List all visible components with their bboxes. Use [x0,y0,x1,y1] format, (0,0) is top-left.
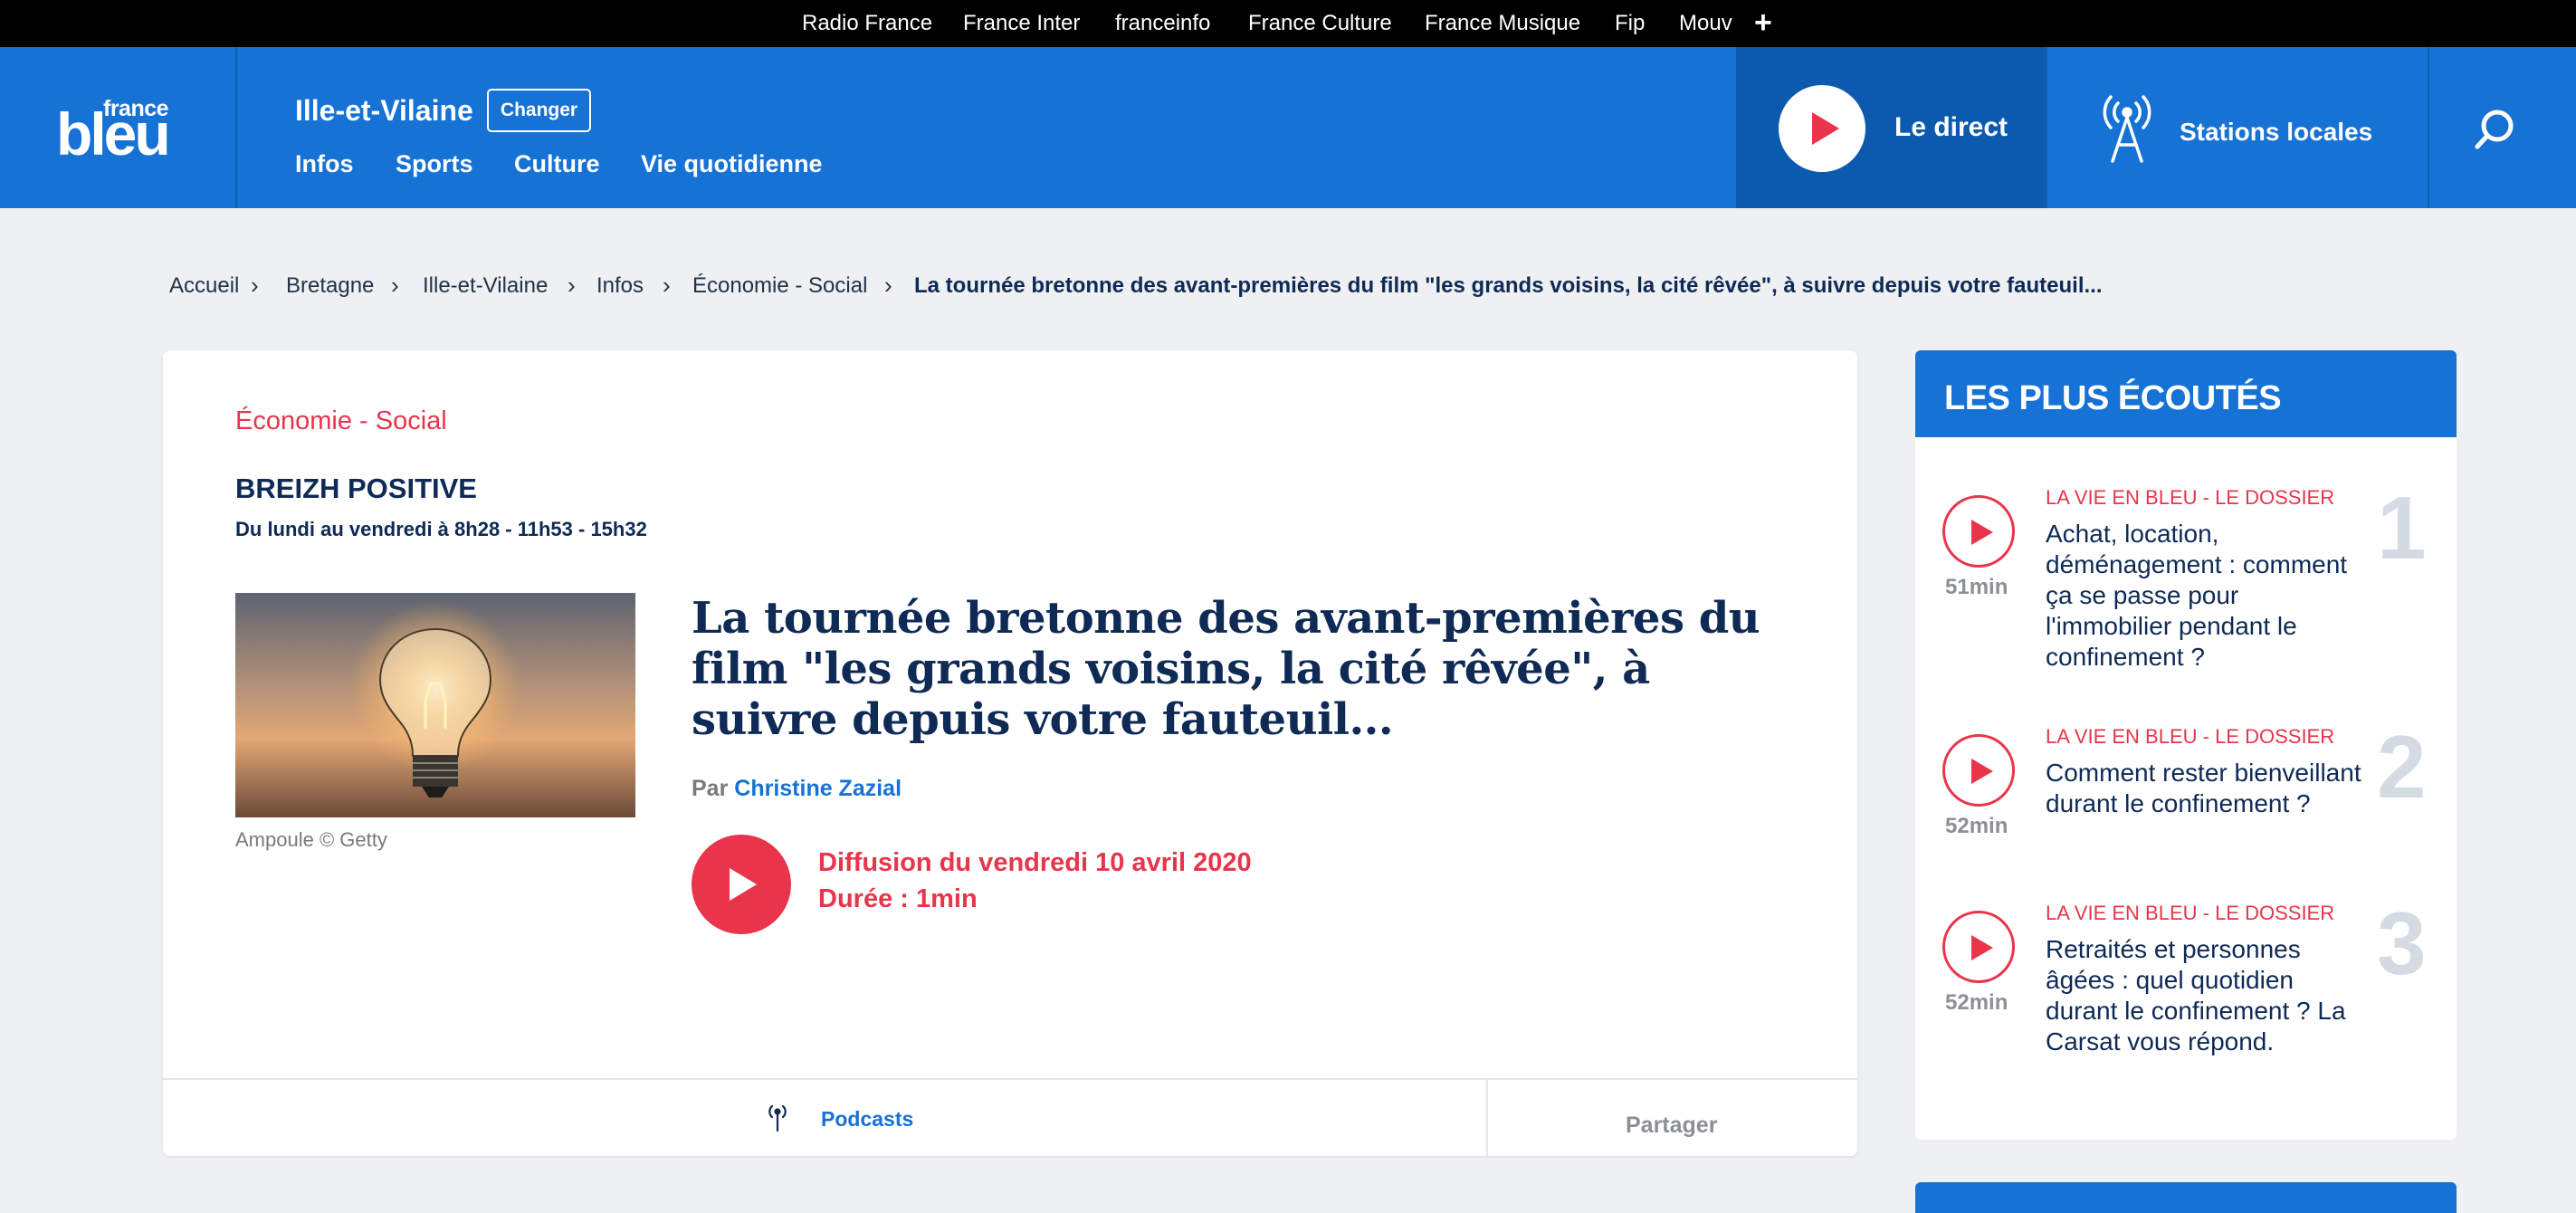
nav-culture[interactable]: Culture [514,150,600,178]
play-button[interactable] [1942,734,2015,807]
play-icon [1971,520,1993,545]
footer-divider [1486,1080,1488,1158]
light-bulb-image [235,593,635,817]
network-bar: Radio France France Inter franceinfo Fra… [0,0,2576,47]
show-title[interactable]: BREIZH POSITIVE [235,473,477,505]
item-duration: 51min [1945,575,2008,599]
image-caption: Ampoule © Getty [235,828,387,851]
broadcast-date: Diffusion du vendredi 10 avril 2020 [818,848,1252,877]
network-link-radio-france[interactable]: Radio France [802,0,932,47]
panel-title: LES PLUS ÉCOUTÉS [1944,379,2282,417]
change-region-button[interactable]: Changer [487,89,591,132]
byline: Par Christine Zazial [692,776,902,801]
item-duration: 52min [1945,814,2008,838]
header-divider [2428,47,2429,208]
network-link-fip[interactable]: Fip [1615,0,1645,47]
secondary-panel-header [1915,1182,2457,1213]
live-button[interactable]: Le direct [1736,47,2046,208]
article-footer: Podcasts Partager [163,1078,1857,1158]
chevron-right-icon: › [391,272,399,299]
breadcrumb-economie-social[interactable]: Économie - Social [692,273,867,299]
network-link-france-inter[interactable]: France Inter [963,0,1080,47]
duration: Durée : 1min [818,884,978,913]
play-icon [730,868,757,901]
chevron-right-icon: › [663,272,671,299]
podcasts-link[interactable]: Podcasts [821,1107,913,1132]
play-icon [1971,935,1993,960]
article-title: La tournée bretonne des avant-premières … [692,593,1760,745]
header-divider [235,47,237,208]
item-duration: 52min [1945,990,2008,1015]
item-rank: 1 [2377,478,2427,578]
breadcrumb-ille-et-vilaine[interactable]: Ille-et-Vilaine [423,273,548,299]
item-rank: 3 [2377,893,2427,993]
region-name: Ille-et-Vilaine [295,94,473,127]
item-title[interactable]: Achat, location, déménagement : comment … [2046,519,2371,673]
network-link-franceinfo[interactable]: franceinfo [1115,0,1210,47]
show-schedule: Du lundi au vendredi à 8h28 - 11h53 - 15… [235,518,647,540]
header-divider [2046,47,2047,208]
search-icon[interactable] [2473,107,2518,152]
breadcrumb-current: La tournée bretonne des avant-premières … [914,273,2103,298]
item-kicker[interactable]: LA VIE EN BLEU - LE DOSSIER [2046,486,2334,510]
antenna-icon [2103,95,2151,163]
france-bleu-logo[interactable]: france bleu [56,47,181,208]
article-card: Économie - Social BREIZH POSITIVE Du lun… [163,350,1857,1158]
breadcrumb-bretagne[interactable]: Bretagne [286,273,374,299]
share-button[interactable]: Partager [1626,1113,1717,1139]
play-button[interactable] [1942,495,2015,568]
plus-icon[interactable]: + [1754,0,1772,47]
item-title[interactable]: Comment rester bienveillant durant le co… [2046,758,2371,819]
network-link-mouv[interactable]: Mouv [1679,0,1732,47]
live-label: Le direct [1894,112,2008,142]
chevron-right-icon: › [568,272,576,299]
article-category[interactable]: Économie - Social [235,406,447,436]
play-icon [1971,759,1993,784]
network-link-france-culture[interactable]: France Culture [1248,0,1392,47]
nav-infos[interactable]: Infos [295,150,354,178]
breadcrumb-infos[interactable]: Infos [596,273,644,299]
panel-header: LES PLUS ÉCOUTÉS [1915,350,2457,437]
nav-vie-quotidienne[interactable]: Vie quotidienne [641,150,823,178]
network-link-france-musique[interactable]: France Musique [1425,0,1580,47]
item-kicker[interactable]: LA VIE EN BLEU - LE DOSSIER [2046,902,2334,925]
play-button[interactable] [1942,911,2015,983]
breadcrumb-accueil[interactable]: Accueil [169,273,239,299]
chevron-right-icon: › [884,272,892,299]
play-icon [1779,85,1865,172]
item-title[interactable]: Retraités et personnes âgées : quel quot… [2046,934,2371,1057]
nav-sports[interactable]: Sports [396,150,473,178]
podcast-icon[interactable] [765,1102,790,1132]
author-link[interactable]: Christine Zazial [734,776,902,801]
most-listened-panel: LES PLUS ÉCOUTÉS 51min LA VIE EN BLEU - … [1915,350,2457,1140]
chevron-right-icon: › [251,272,259,299]
item-rank: 2 [2377,717,2427,817]
play-button[interactable] [692,835,791,934]
item-kicker[interactable]: LA VIE EN BLEU - LE DOSSIER [2046,725,2334,749]
local-stations-link[interactable]: Stations locales [2180,118,2372,147]
